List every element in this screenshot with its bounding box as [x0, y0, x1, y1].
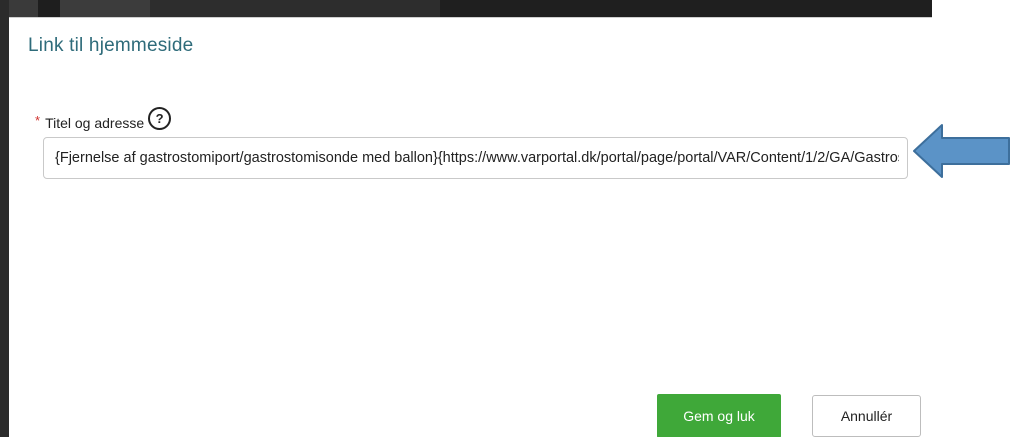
- field-label-text: Titel og adresse: [45, 114, 145, 131]
- help-circle-icon[interactable]: ?: [148, 107, 172, 130]
- title-address-label: * Titel og adresse ?: [35, 107, 172, 134]
- cancel-button[interactable]: Annullér: [812, 395, 921, 437]
- title-address-input[interactable]: [43, 137, 908, 179]
- save-and-close-button[interactable]: Gem og luk: [657, 394, 781, 437]
- dialog-title: Link til hjemmeside: [28, 35, 194, 56]
- required-marker: *: [35, 113, 41, 128]
- link-dialog: Link til hjemmeside * Titel og adresse ?…: [9, 17, 932, 437]
- left-arrow-icon: [913, 124, 1010, 178]
- screenshot-stage: Link til hjemmeside * Titel og adresse ?…: [0, 0, 1015, 437]
- background-left-edge: [0, 0, 9, 437]
